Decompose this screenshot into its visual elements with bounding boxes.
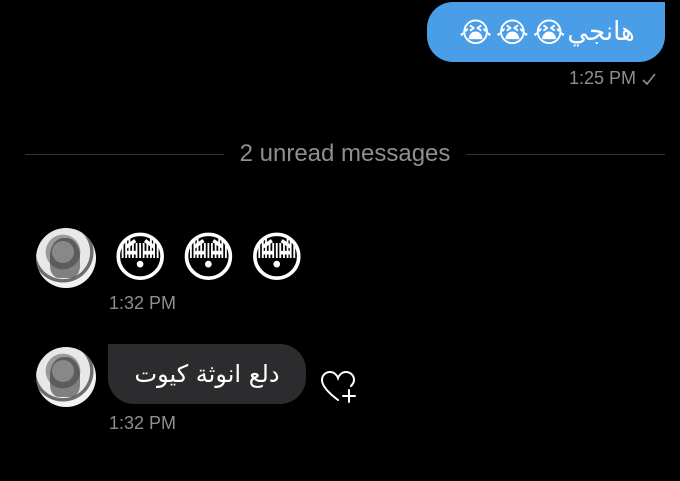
- outgoing-message-text: هانجي: [567, 17, 635, 47]
- check-icon: [642, 73, 656, 85]
- unread-label: 2 unread messages: [239, 140, 451, 167]
- flushed-emoji-3: 😳: [248, 226, 305, 289]
- heart-plus-icon[interactable]: [320, 370, 358, 404]
- divider-line-right: [466, 153, 666, 155]
- crying-emoji-3: 😭: [459, 15, 492, 49]
- incoming-message-text: دلع انوثة كيوت: [134, 360, 280, 388]
- avatar[interactable]: [36, 347, 96, 407]
- divider-line-left: [25, 153, 224, 155]
- incoming-emoji-message[interactable]: 😳 😳 😳: [112, 228, 305, 288]
- outgoing-message-bubble[interactable]: هانجي 😭 😭 😭: [427, 2, 665, 62]
- crying-emoji-1: 😭: [532, 15, 566, 49]
- flushed-emoji-2: 😳: [180, 226, 237, 289]
- avatar[interactable]: [36, 228, 96, 288]
- crying-emoji-2: 😭: [495, 15, 529, 49]
- outgoing-timestamp: 1:25 PM: [568, 68, 636, 88]
- incoming-timestamp-2: 1:32 PM: [109, 413, 177, 433]
- incoming-timestamp-1: 1:32 PM: [109, 293, 177, 313]
- unread-divider: 2 unread messages: [25, 140, 666, 168]
- outgoing-message-meta: 1:25 PM: [569, 68, 656, 89]
- incoming-message-bubble[interactable]: دلع انوثة كيوت: [108, 344, 306, 404]
- flushed-emoji-1: 😳: [112, 226, 169, 289]
